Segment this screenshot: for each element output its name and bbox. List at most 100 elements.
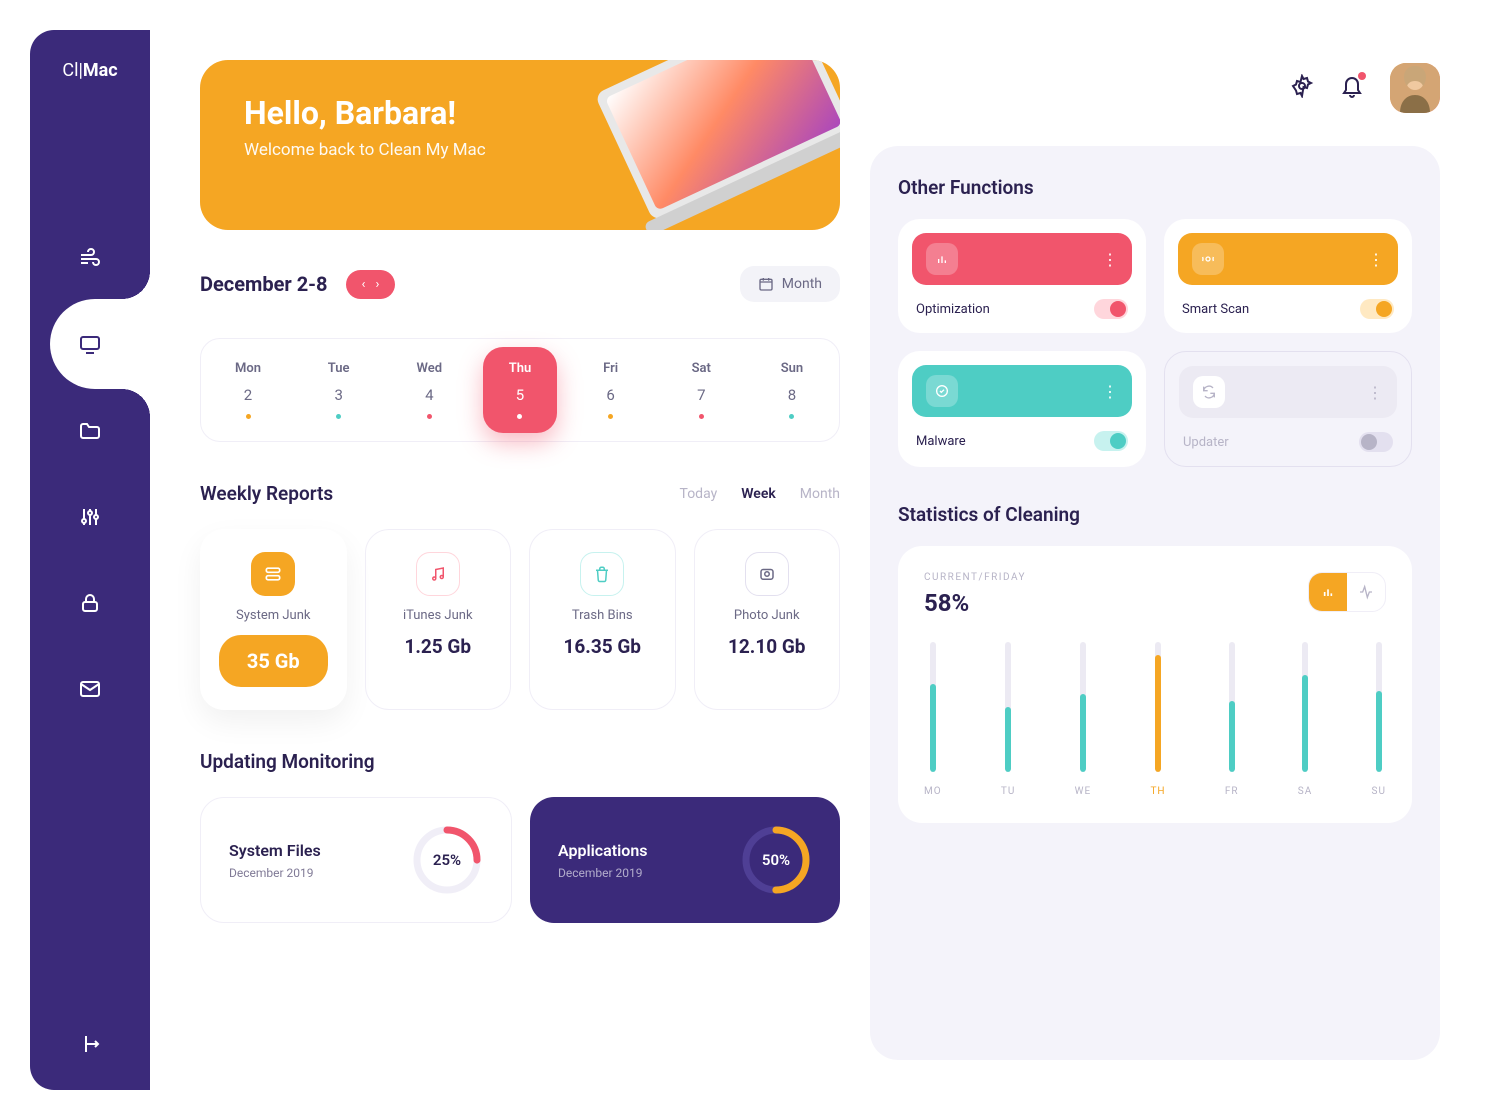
calendar-icon (758, 276, 774, 292)
stats-view-toggle (1308, 572, 1386, 612)
date-range: December 2-8 (200, 272, 328, 296)
day-number: 2 (244, 386, 252, 404)
function-label: Malware (916, 434, 966, 449)
day-name: Tue (328, 361, 350, 376)
settings-icon[interactable] (1290, 74, 1314, 102)
function-malware[interactable]: ⋮ Malware (898, 351, 1146, 467)
day-number: 4 (425, 386, 433, 404)
avatar[interactable] (1390, 63, 1440, 113)
day-fri[interactable]: Fri6 (574, 361, 648, 419)
monitor-system-files[interactable]: System FilesDecember 201925% (200, 797, 512, 923)
bar-label: WE (1075, 786, 1092, 797)
card-photo-junk[interactable]: Photo Junk 12.10 Gb (694, 529, 841, 710)
bar-track (930, 642, 936, 772)
bar-fill (1080, 694, 1086, 772)
bar-track (1376, 642, 1382, 772)
card-value: 35 Gb (219, 635, 328, 687)
bar-track (1229, 642, 1235, 772)
function-updater[interactable]: ⋮Updater (1164, 351, 1412, 467)
bar-mo[interactable]: MO (924, 642, 942, 797)
weekday-picker: Mon2 Tue3 Wed4 Thu5 Fri6 Sat7 Sun8 (200, 338, 840, 442)
stats-label: CURRENT/FRIDAY (924, 572, 1026, 583)
bar-we[interactable]: WE (1075, 642, 1092, 797)
bar-label: SU (1372, 786, 1386, 797)
function-toggle[interactable] (1359, 432, 1393, 452)
more-icon[interactable]: ⋮ (1102, 382, 1118, 401)
bar-track (1005, 642, 1011, 772)
more-icon[interactable]: ⋮ (1102, 250, 1118, 269)
stats-bar-view-button[interactable] (1309, 573, 1347, 611)
monitor-subtitle: December 2019 (558, 866, 647, 880)
bar-fill (1376, 691, 1382, 772)
bar-fill (1155, 655, 1161, 772)
day-thu[interactable]: Thu5 (483, 347, 557, 433)
monitor-applications[interactable]: ApplicationsDecember 201950% (530, 797, 840, 923)
topbar (870, 60, 1440, 116)
day-dot (246, 414, 251, 419)
bar-tu[interactable]: TU (1001, 642, 1015, 797)
bar-fill (930, 684, 936, 772)
more-icon[interactable]: ⋮ (1367, 383, 1383, 402)
bell-icon[interactable] (1340, 74, 1364, 102)
day-name: Sun (781, 361, 803, 376)
day-tue[interactable]: Tue3 (302, 361, 376, 419)
bar-track (1302, 642, 1308, 772)
more-icon[interactable]: ⋮ (1368, 250, 1384, 269)
card-label: Trash Bins (572, 608, 633, 623)
view-month-button[interactable]: Month (740, 266, 840, 302)
tab-today[interactable]: Today (680, 486, 718, 502)
function-label: Optimization (916, 302, 990, 317)
card-trash-bins[interactable]: Trash Bins 16.35 Gb (529, 529, 676, 710)
trash-icon (580, 552, 624, 596)
function-optimization[interactable]: ⋮ Optimization (898, 219, 1146, 333)
function-toggle[interactable] (1094, 299, 1128, 319)
card-value: 12.10 Gb (728, 635, 805, 658)
progress-percent: 25% (411, 824, 483, 896)
function-icon (1192, 243, 1224, 275)
notification-dot (1358, 72, 1366, 80)
function-toggle[interactable] (1094, 431, 1128, 451)
function-toggle[interactable] (1360, 299, 1394, 319)
bar-sa[interactable]: SA (1298, 642, 1312, 797)
nav-sliders-icon[interactable] (72, 499, 108, 535)
bar-fr[interactable]: FR (1225, 642, 1239, 797)
day-wed[interactable]: Wed4 (392, 361, 466, 419)
nav-lock-icon[interactable] (72, 585, 108, 621)
day-dot (789, 414, 794, 419)
bar-th[interactable]: TH (1150, 642, 1165, 797)
bar-track (1080, 642, 1086, 772)
tab-week[interactable]: Week (741, 486, 776, 502)
day-number: 6 (606, 386, 614, 404)
server-icon (251, 552, 295, 596)
day-dot (336, 414, 341, 419)
nav-wind-icon[interactable] (72, 241, 108, 277)
day-mon[interactable]: Mon2 (211, 361, 285, 419)
stats-percent: 58% (924, 589, 1026, 617)
date-nav-arrows[interactable]: ‹ › (346, 270, 396, 299)
day-dot (699, 414, 704, 419)
camera-icon (745, 552, 789, 596)
bar-label: FR (1225, 786, 1239, 797)
card-system-junk[interactable]: System Junk 35 Gb (200, 529, 347, 710)
card-label: iTunes Junk (403, 608, 473, 623)
function-smart-scan[interactable]: ⋮ Smart Scan (1164, 219, 1412, 333)
day-sat[interactable]: Sat7 (664, 361, 738, 419)
tab-month[interactable]: Month (800, 486, 840, 502)
bar-su[interactable]: SU (1372, 642, 1386, 797)
nav-mail-icon[interactable] (72, 671, 108, 707)
stats-line-view-button[interactable] (1347, 573, 1385, 611)
card-itunes-junk[interactable]: iTunes Junk 1.25 Gb (365, 529, 512, 710)
monitoring-title: Updating Monitoring (200, 750, 840, 773)
stats-title: Statistics of Cleaning (898, 503, 1412, 526)
monitor-title: System Files (229, 841, 321, 860)
functions-title: Other Functions (898, 176, 1412, 199)
nav-folder-icon[interactable] (72, 413, 108, 449)
logout-icon[interactable] (78, 1032, 102, 1060)
progress-ring: 25% (411, 824, 483, 896)
view-month-label: Month (782, 276, 822, 292)
nav-monitor-icon[interactable] (72, 327, 108, 363)
laptop-illustration (590, 60, 840, 230)
function-label: Smart Scan (1182, 302, 1249, 317)
card-value: 16.35 Gb (564, 635, 641, 658)
day-sun[interactable]: Sun8 (755, 361, 829, 419)
